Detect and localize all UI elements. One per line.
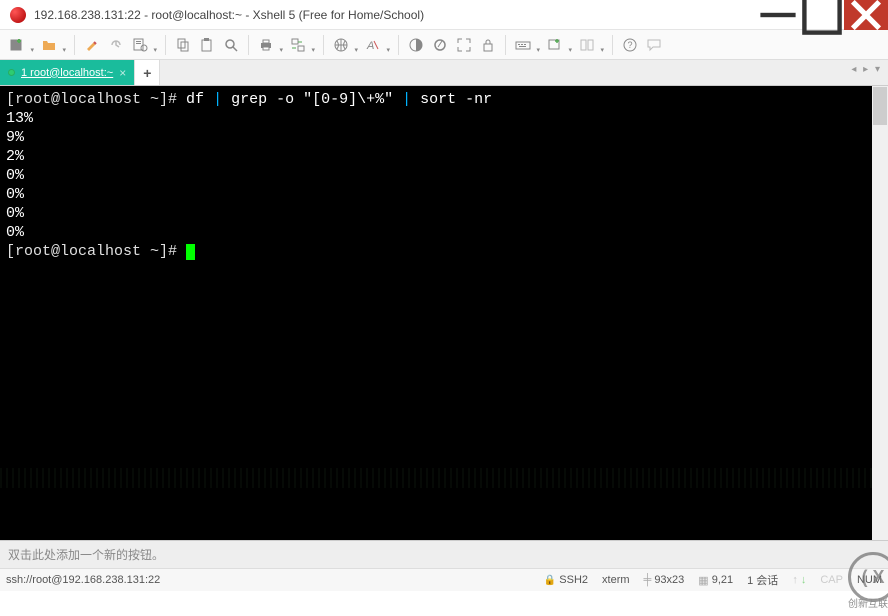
output-line: 0% [6,167,24,184]
titlebar: 192.168.238.131:22 - root@localhost:~ - … [0,0,888,30]
prompt: [root@localhost ~]# [6,243,177,260]
quick-button-bar[interactable]: 双击此处添加一个新的按钮。 [0,541,888,569]
status-num: NUM [857,574,882,586]
output-line: 13% [6,110,33,127]
tab-session-1[interactable]: 1 root@localhost:~ × [0,60,135,85]
cmd-text: sort -nr [411,91,492,108]
tab-label: 1 root@localhost:~ [21,67,113,79]
connected-icon [8,69,15,76]
separator [505,35,506,55]
print-button[interactable] [255,34,285,56]
terminal-output[interactable]: [root@localhost ~]# df | grep -o "[0-9]\… [0,86,888,265]
pipe-char: | [213,91,222,108]
audio-wave-decor [0,468,872,488]
status-cursor: ▦ 9,21 [698,574,733,587]
highlight-button[interactable] [81,34,103,56]
transfer-button[interactable] [287,34,317,56]
separator [398,35,399,55]
cursor-button[interactable] [429,34,451,56]
status-traffic: ↑ ↓ [792,574,806,586]
separator [165,35,166,55]
web-button[interactable] [330,34,360,56]
close-button[interactable] [844,0,888,30]
keyboard-button[interactable] [512,34,542,56]
color-scheme-button[interactable] [405,34,427,56]
status-sessions: 1 会话 [747,572,778,588]
lock-button[interactable] [477,34,499,56]
status-caps: CAP [820,574,843,586]
cmd-text: df [186,91,213,108]
pipe-char: | [402,91,411,108]
output-line: 0% [6,224,24,241]
cmd-text: grep -o "[0-9]\+%" [222,91,402,108]
status-connection: ssh://root@192.168.238.131:22 [6,574,160,586]
reconnect-button[interactable] [105,34,127,56]
status-size: ╪ 93x23 [644,574,685,586]
tab-add-button[interactable]: + [135,60,160,85]
maximize-button[interactable] [800,0,844,30]
separator [248,35,249,55]
svg-text:?: ? [628,40,633,50]
status-ssh: SSH2 [544,574,588,586]
new-window-button[interactable] [544,34,574,56]
fullscreen-button[interactable] [453,34,475,56]
tab-nav[interactable]: ◂ ▸ ▾ [851,64,882,75]
open-session-button[interactable] [38,34,68,56]
output-line: 2% [6,148,24,165]
button-bar-hint: 双击此处添加一个新的按钮。 [8,546,164,563]
terminal-pane[interactable]: [root@localhost ~]# df | grep -o "[0-9]\… [0,86,888,541]
tab-strip: 1 root@localhost:~ × + ◂ ▸ ▾ [0,60,888,86]
separator [612,35,613,55]
output-line: 0% [6,186,24,203]
window-title: 192.168.238.131:22 - root@localhost:~ - … [34,8,756,22]
cursor-icon [186,244,195,260]
watermark-text: 创新互联 [848,595,888,610]
toolbar: A ? [0,30,888,60]
minimize-button[interactable] [756,0,800,30]
svg-text:A: A [366,40,374,52]
prompt: [root@localhost ~]# [6,91,177,108]
chat-button[interactable] [643,34,665,56]
paste-button[interactable] [196,34,218,56]
separator [74,35,75,55]
status-bar: ssh://root@192.168.238.131:22 SSH2 xterm… [0,569,888,591]
tab-close-icon[interactable]: × [119,66,126,80]
status-term: xterm [602,574,630,586]
output-line: 0% [6,205,24,222]
separator [323,35,324,55]
properties-button[interactable] [129,34,159,56]
vertical-scrollbar[interactable] [872,86,888,540]
layout-button[interactable] [576,34,606,56]
copy-button[interactable] [172,34,194,56]
font-button[interactable]: A [362,34,392,56]
scrollbar-thumb[interactable] [873,87,887,125]
new-session-button[interactable] [6,34,36,56]
help-button[interactable]: ? [619,34,641,56]
find-button[interactable] [220,34,242,56]
app-logo-icon [10,7,26,23]
output-line: 9% [6,129,24,146]
